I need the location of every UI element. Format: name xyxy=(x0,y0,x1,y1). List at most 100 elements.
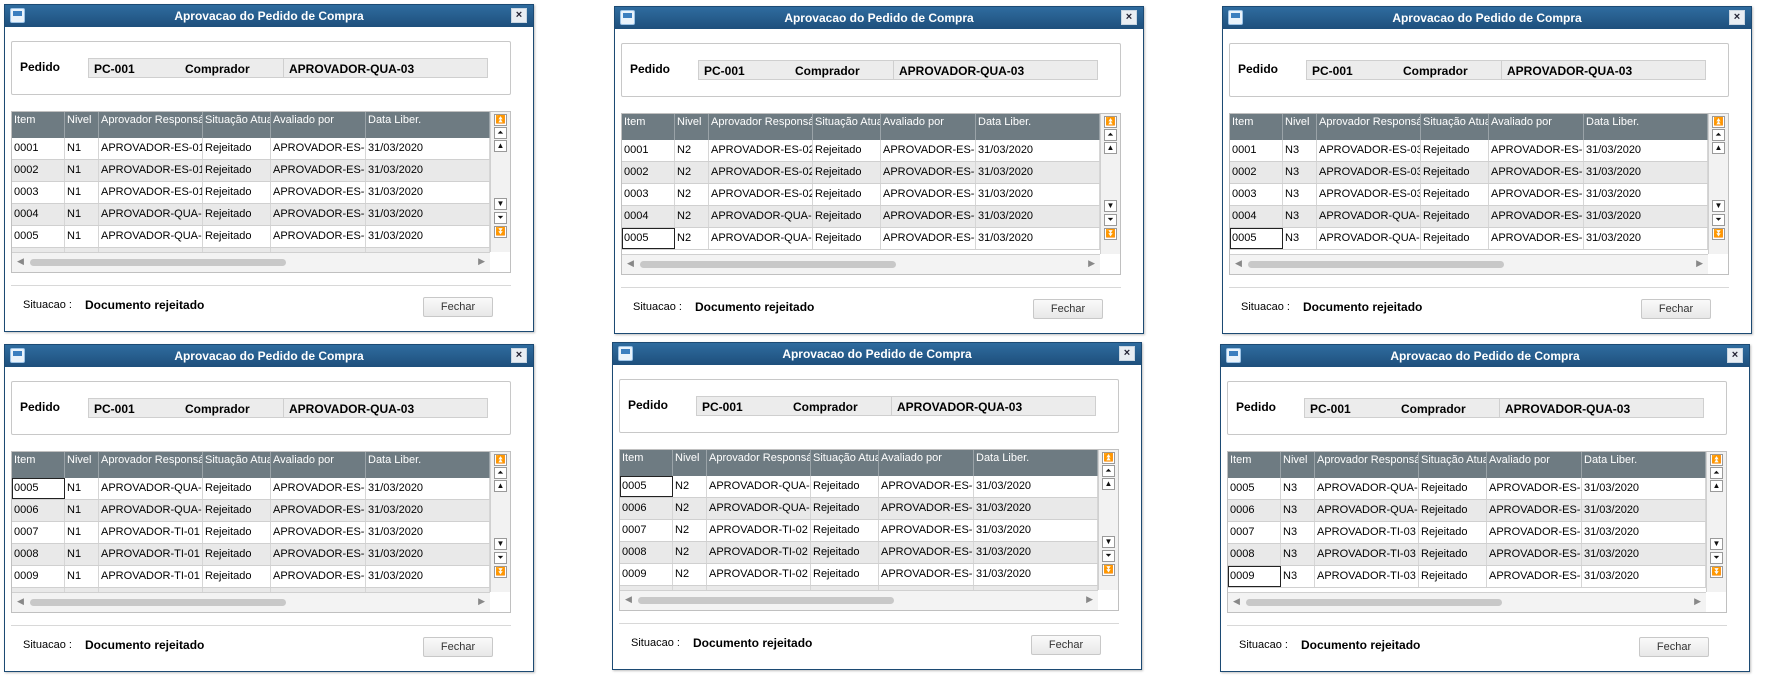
cell-data[interactable]: 31/03/2020 xyxy=(1584,184,1708,205)
col-header-aprovador[interactable]: Aprovador Responsáve xyxy=(707,450,811,476)
cell-nivel[interactable]: N1 xyxy=(65,138,99,159)
scroll-down-icon[interactable]: ▼ xyxy=(1102,536,1115,548)
cell-avaliado[interactable]: APROVADOR-ES-01 xyxy=(271,566,366,587)
col-header-aprovador[interactable]: Aprovador Responsáve xyxy=(709,114,813,140)
cell-avaliado[interactable]: APROVADOR-ES-01 xyxy=(879,476,974,497)
table-row[interactable]: 0002 N1 APROVADOR-ES-01 Rejeitado APROVADOR-… xyxy=(12,160,490,182)
scroll-thumb[interactable] xyxy=(638,597,894,604)
horizontal-scrollbar[interactable]: ◀ ▶ xyxy=(622,254,1100,274)
cell-nivel[interactable]: N3 xyxy=(1283,228,1317,249)
table-row[interactable]: 0002 N3 APROVADOR-ES-03 Rejeitado APROVADOR-… xyxy=(1230,162,1708,184)
col-header-data[interactable]: Data Liber. xyxy=(366,452,490,478)
cell-nivel[interactable]: N1 xyxy=(65,544,99,565)
table-row[interactable]: 0003 N3 APROVADOR-ES-03 Rejeitado APROVADOR-… xyxy=(1230,184,1708,206)
scroll-top-icon[interactable]: ⏫ xyxy=(494,454,507,466)
col-header-item[interactable]: Item xyxy=(622,114,675,140)
cell-nivel[interactable]: N1 xyxy=(65,500,99,521)
cell-avaliado[interactable]: APROVADOR-ES-01 xyxy=(271,226,366,247)
cell-data[interactable]: 31/03/2020 xyxy=(1584,228,1708,249)
cell-item[interactable]: 0005 xyxy=(12,226,65,247)
cell-situacao[interactable]: Rejeitado xyxy=(811,498,879,519)
cell-item[interactable]: 0008 xyxy=(1228,544,1281,565)
cell-item[interactable]: 0002 xyxy=(1230,162,1283,183)
cell-situacao[interactable]: Rejeitado xyxy=(203,160,271,181)
scroll-down-icon[interactable]: ▼ xyxy=(1104,200,1117,212)
cell-aprovador[interactable]: APROVADOR-QUA-01 xyxy=(99,500,203,521)
cell-avaliado[interactable]: APROVADOR-ES-01 xyxy=(881,184,976,205)
cell-situacao[interactable]: Rejeitado xyxy=(1421,140,1489,161)
cell-aprovador[interactable]: APROVADOR-QUA-01 xyxy=(99,478,203,499)
cell-data[interactable]: 31/03/2020 xyxy=(976,140,1100,161)
col-header-item[interactable]: Item xyxy=(1228,452,1281,478)
cell-aprovador[interactable]: APROVADOR-QUA-03 xyxy=(1317,228,1421,249)
cell-situacao[interactable]: Rejeitado xyxy=(813,184,881,205)
dialog-titlebar[interactable]: Aprovacao do Pedido de Compra × xyxy=(613,343,1141,365)
col-header-nivel[interactable]: Nivel xyxy=(673,450,707,476)
col-header-aprovador[interactable]: Aprovador Responsáve xyxy=(1315,452,1419,478)
col-header-nivel[interactable]: Nivel xyxy=(675,114,709,140)
cell-nivel[interactable]: N1 xyxy=(65,160,99,181)
scroll-up-icon[interactable]: ▲ xyxy=(1104,142,1117,154)
fechar-button[interactable]: Fechar xyxy=(1031,635,1101,655)
scroll-top-icon[interactable]: ⏫ xyxy=(1712,116,1725,128)
cell-nivel[interactable]: N3 xyxy=(1281,566,1315,587)
cell-data[interactable]: 31/03/2020 xyxy=(366,522,490,543)
scroll-thumb[interactable] xyxy=(30,599,286,606)
cell-aprovador[interactable]: APROVADOR-ES-03 xyxy=(1317,140,1421,161)
cell-aprovador[interactable]: APROVADOR-TI-02 xyxy=(707,542,811,563)
scroll-bottom-icon[interactable]: ⏬ xyxy=(1102,564,1115,576)
scroll-up-icon[interactable]: ▲ xyxy=(1710,480,1723,492)
cell-avaliado[interactable]: APROVADOR-ES-01 xyxy=(1487,566,1582,587)
cell-item[interactable]: 0009 xyxy=(620,564,673,585)
scroll-top-icon[interactable]: ⏫ xyxy=(1104,116,1117,128)
cell-avaliado[interactable]: APROVADOR-ES-01 xyxy=(271,544,366,565)
vertical-scrollbar[interactable]: ⏫ ⏶ ▲ ▼ ⏷ ⏬ xyxy=(490,452,510,592)
cell-item[interactable]: 0001 xyxy=(1230,140,1283,161)
cell-data[interactable]: 31/03/2020 xyxy=(1582,544,1706,565)
cell-aprovador[interactable]: APROVADOR-QUA-03 xyxy=(1315,500,1419,521)
horizontal-scrollbar[interactable]: ◀ ▶ xyxy=(620,590,1098,610)
cell-aprovador[interactable]: APROVADOR-ES-02 xyxy=(709,184,813,205)
close-icon[interactable]: × xyxy=(511,348,527,363)
scroll-up-icon[interactable]: ▲ xyxy=(1712,142,1725,154)
cell-aprovador[interactable]: APROVADOR-QUA-03 xyxy=(1315,478,1419,499)
scroll-left-icon[interactable]: ◀ xyxy=(1235,258,1242,269)
cell-avaliado[interactable]: APROVADOR-ES-01 xyxy=(271,204,366,225)
col-header-item[interactable]: Item xyxy=(1230,114,1283,140)
scroll-left-icon[interactable]: ◀ xyxy=(625,594,632,605)
cell-data[interactable]: 31/03/2020 xyxy=(1584,206,1708,227)
cell-item[interactable]: 0004 xyxy=(622,206,675,227)
col-header-data[interactable]: Data Liber. xyxy=(1584,114,1708,140)
cell-situacao[interactable]: Rejeitado xyxy=(1419,522,1487,543)
table-row[interactable]: 0001 N1 APROVADOR-ES-01 Rejeitado APROVADOR-… xyxy=(12,138,490,160)
cell-avaliado[interactable]: APROVADOR-ES-01 xyxy=(879,564,974,585)
scroll-thumb[interactable] xyxy=(1246,599,1502,606)
table-row[interactable]: 0005 N3 APROVADOR-QUA-03 Rejeitado APROVADOR… xyxy=(1230,228,1708,250)
fechar-button[interactable]: Fechar xyxy=(423,637,493,657)
dialog-titlebar[interactable]: Aprovacao do Pedido de Compra × xyxy=(615,7,1143,29)
table-row[interactable]: 0009 N2 APROVADOR-TI-02 Rejeitado APROVADOR-… xyxy=(620,564,1098,586)
cell-data[interactable]: 31/03/2020 xyxy=(974,564,1098,585)
cell-item[interactable]: 0006 xyxy=(12,500,65,521)
scroll-down-icon[interactable]: ▼ xyxy=(494,538,507,550)
table-row[interactable]: 0009 N3 APROVADOR-TI-03 Rejeitado APROVADOR-… xyxy=(1228,566,1706,588)
cell-data[interactable]: 31/03/2020 xyxy=(976,228,1100,249)
scroll-pageup-icon[interactable]: ⏶ xyxy=(1712,129,1725,141)
cell-data[interactable]: 31/03/2020 xyxy=(976,184,1100,205)
cell-data[interactable]: 31/03/2020 xyxy=(976,162,1100,183)
cell-aprovador[interactable]: APROVADOR-ES-01 xyxy=(99,182,203,203)
cell-item[interactable]: 0002 xyxy=(12,160,65,181)
col-header-nivel[interactable]: Nivel xyxy=(65,112,99,138)
scroll-pagedown-icon[interactable]: ⏷ xyxy=(1104,214,1117,226)
cell-situacao[interactable]: Rejeitado xyxy=(811,564,879,585)
cell-avaliado[interactable]: APROVADOR-ES-01 xyxy=(1487,478,1582,499)
cell-item[interactable]: 0008 xyxy=(620,542,673,563)
cell-data[interactable]: 31/03/2020 xyxy=(366,138,490,159)
cell-avaliado[interactable]: APROVADOR-ES-01 xyxy=(1489,206,1584,227)
col-header-avaliado[interactable]: Avaliado por xyxy=(881,114,976,140)
cell-data[interactable]: 31/03/2020 xyxy=(1584,162,1708,183)
scroll-up-icon[interactable]: ▲ xyxy=(494,140,507,152)
cell-nivel[interactable]: N1 xyxy=(65,226,99,247)
col-header-aprovador[interactable]: Aprovador Responsáve xyxy=(1317,114,1421,140)
dialog-titlebar[interactable]: Aprovacao do Pedido de Compra × xyxy=(5,345,533,367)
